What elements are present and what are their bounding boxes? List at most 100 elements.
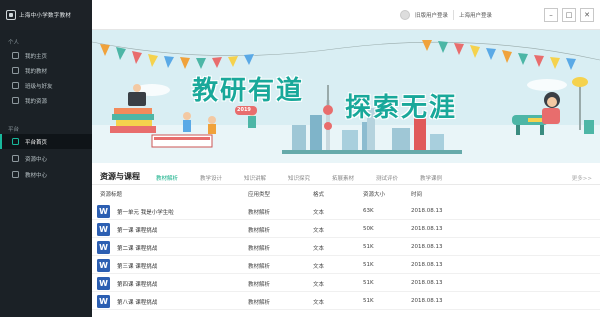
sidebar-item-my-resources[interactable]: 我的资源 xyxy=(0,93,92,108)
sidebar-item-platform-home[interactable]: 平台首页 xyxy=(0,134,92,149)
sidebar-item-label: 我的主页 xyxy=(25,53,48,60)
resource-format: 文本 xyxy=(313,300,325,306)
resource-type: 教材解析 xyxy=(248,246,271,252)
legacy-login-link[interactable]: 旧版用户登录 xyxy=(415,11,448,19)
tab-knowledge-explanation[interactable]: 知识讲解 xyxy=(244,174,266,182)
resource-type: 教材解析 xyxy=(248,282,271,288)
column-size: 资源大小 xyxy=(363,192,386,198)
sidebar-section-platform: 平台 xyxy=(8,127,20,133)
resource-title: 第一课 课程挑战 xyxy=(117,228,158,234)
resource-title: 第二课 课程挑战 xyxy=(117,246,158,252)
shanghai-login-link[interactable]: 上海用户登录 xyxy=(459,11,492,19)
divider xyxy=(452,10,454,20)
resource-format: 文本 xyxy=(313,246,325,252)
title-bar: 上海中小学数字教材 旧版用户登录 上海用户登录 – □ ✕ xyxy=(0,0,600,30)
book-icon xyxy=(12,171,19,178)
resource-format: 文本 xyxy=(313,210,325,216)
user-area: 旧版用户登录 上海用户登录 xyxy=(399,0,492,30)
resources-title: 资源与课程 xyxy=(100,172,140,181)
folder-icon xyxy=(12,97,19,104)
resource-size: 51K xyxy=(363,280,374,286)
book-icon xyxy=(12,67,19,74)
sidebar-section-personal: 个人 xyxy=(8,40,20,46)
resource-time: 2018.08.13 xyxy=(411,280,443,286)
table-header: 资源标题 应用类型 格式 资源大小 时间 xyxy=(92,190,600,202)
resource-size: 51K xyxy=(363,298,374,304)
home-icon xyxy=(12,138,19,145)
window-controls: – □ ✕ xyxy=(544,8,594,22)
close-button[interactable]: ✕ xyxy=(580,8,594,22)
sidebar-item-my-home[interactable]: 我的主页 xyxy=(0,48,92,63)
sidebar-item-label: 资源中心 xyxy=(25,156,48,163)
tab-test-evaluation[interactable]: 测试评价 xyxy=(376,174,398,182)
resources-header: 资源与课程 教材解析 教学设计 知识讲解 知识探究 拓展素材 测试评价 教学课例… xyxy=(92,163,600,185)
sidebar-item-textbook-center[interactable]: 教材中心 xyxy=(0,167,92,182)
resource-type: 教材解析 xyxy=(248,264,271,270)
resource-size: 63K xyxy=(363,208,374,214)
more-link[interactable]: 更多>> xyxy=(572,174,592,182)
resource-size: 50K xyxy=(363,226,374,232)
resource-format: 文本 xyxy=(313,264,325,270)
resource-format: 文本 xyxy=(313,282,325,288)
word-document-icon: W xyxy=(97,223,110,236)
resource-format: 文本 xyxy=(313,228,325,234)
sidebar-item-label: 平台首页 xyxy=(25,139,48,146)
app-logo-icon xyxy=(6,10,16,20)
minimize-button[interactable]: – xyxy=(544,8,558,22)
table-row[interactable]: W 第三课 课程挑战 教材解析 文本 51K 2018.08.13 xyxy=(92,256,600,274)
word-document-icon: W xyxy=(97,205,110,218)
table-row[interactable]: W 第四课 课程挑战 教材解析 文本 51K 2018.08.13 xyxy=(92,274,600,292)
sidebar-item-my-textbooks[interactable]: 我的教材 xyxy=(0,63,92,78)
sidebar-item-resource-center[interactable]: 资源中心 xyxy=(0,151,92,166)
resource-time: 2018.08.13 xyxy=(411,226,443,232)
word-document-icon: W xyxy=(97,241,110,254)
logo-area: 上海中小学数字教材 xyxy=(0,0,92,30)
table-row[interactable]: W 第二课 课程挑战 教材解析 文本 51K 2018.08.13 xyxy=(92,238,600,256)
resource-size: 51K xyxy=(363,244,374,250)
home-icon xyxy=(12,52,19,59)
table-row[interactable]: W 第一单元 我是小学生啦 教材解析 文本 63K 2018.08.13 xyxy=(92,202,600,220)
word-document-icon: W xyxy=(97,259,110,272)
sidebar-item-label: 教材中心 xyxy=(25,172,48,179)
resource-title: 第一单元 我是小学生啦 xyxy=(117,210,174,216)
table-row[interactable]: W 第八课 课程挑战 教材解析 文本 51K 2018.08.13 xyxy=(92,292,600,310)
column-type: 应用类型 xyxy=(248,192,271,198)
avatar-icon xyxy=(399,10,410,20)
resource-time: 2018.08.13 xyxy=(411,298,443,304)
app-title: 上海中小学数字教材 xyxy=(19,13,72,19)
resource-size: 51K xyxy=(363,262,374,268)
table-row[interactable]: W 第一课 课程挑战 教材解析 文本 50K 2018.08.13 xyxy=(92,220,600,238)
resource-time: 2018.08.13 xyxy=(411,244,443,250)
sidebar: 个人 我的主页 我的教材 班级与好友 我的资源 平台 平台首页 资源中心 教材中… xyxy=(0,30,92,317)
sidebar-item-label: 我的教材 xyxy=(25,68,48,75)
column-time: 时间 xyxy=(411,192,423,198)
grid-icon xyxy=(12,155,19,162)
resource-time: 2018.08.13 xyxy=(411,208,443,214)
resource-title: 第四课 课程挑战 xyxy=(117,282,158,288)
resource-type: 教材解析 xyxy=(248,300,271,306)
banner-sign-text: 2019 xyxy=(237,107,251,113)
sidebar-item-label: 我的资源 xyxy=(25,98,48,105)
people-icon xyxy=(12,82,19,89)
resource-type: 教材解析 xyxy=(248,228,271,234)
sidebar-item-classes-friends[interactable]: 班级与好友 xyxy=(0,78,92,93)
word-document-icon: W xyxy=(97,295,110,308)
resource-title: 第三课 课程挑战 xyxy=(117,264,158,270)
tab-teaching-cases[interactable]: 教学课例 xyxy=(420,174,442,182)
tab-textbook-analysis[interactable]: 教材解析 xyxy=(156,174,178,182)
tab-knowledge-inquiry[interactable]: 知识探究 xyxy=(288,174,310,182)
sidebar-item-label: 班级与好友 xyxy=(25,83,53,90)
resources-panel: 资源与课程 教材解析 教学设计 知识讲解 知识探究 拓展素材 测试评价 教学课例… xyxy=(92,163,600,317)
column-title: 资源标题 xyxy=(100,192,123,198)
maximize-button[interactable]: □ xyxy=(562,8,576,22)
resource-time: 2018.08.13 xyxy=(411,262,443,268)
banner-title-secondary: 探索无涯 xyxy=(345,93,458,123)
resource-title: 第八课 课程挑战 xyxy=(117,300,158,306)
tab-extension-material[interactable]: 拓展素材 xyxy=(332,174,354,182)
column-format: 格式 xyxy=(313,192,325,198)
banner-title-primary: 教研有道 xyxy=(192,76,305,106)
banner: 教研有道 探索无涯 2019 xyxy=(92,30,600,163)
word-document-icon: W xyxy=(97,277,110,290)
tab-teaching-design[interactable]: 教学设计 xyxy=(200,174,222,182)
resource-type: 教材解析 xyxy=(248,210,271,216)
